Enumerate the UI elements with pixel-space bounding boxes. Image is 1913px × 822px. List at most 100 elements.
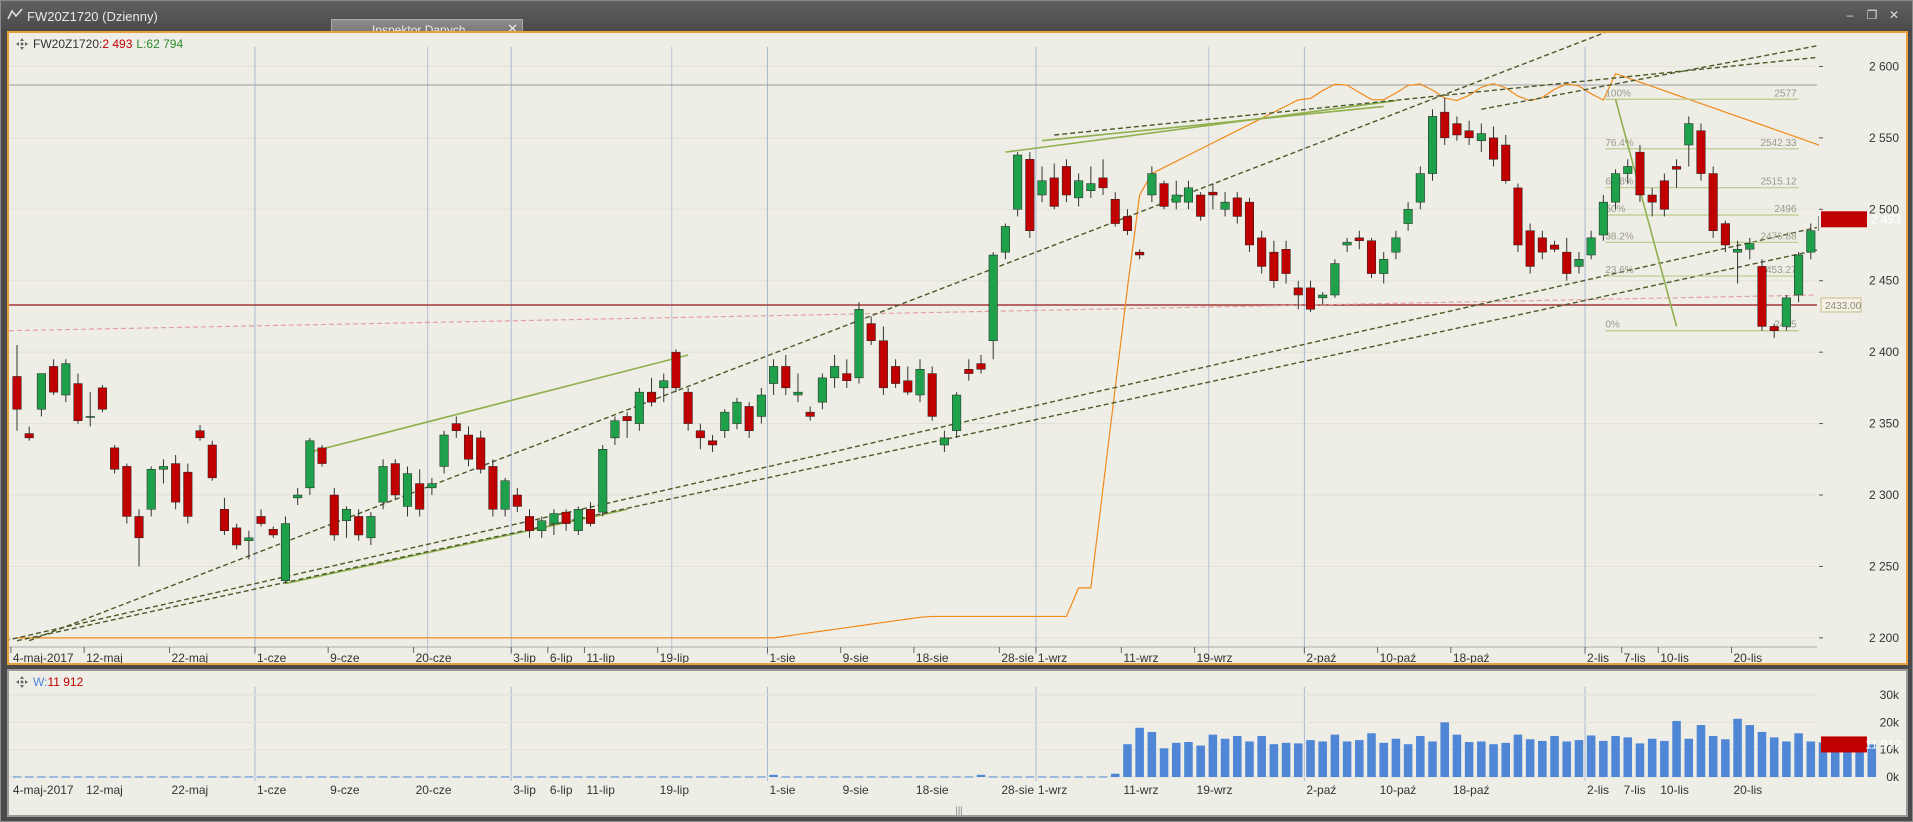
- volume-chart[interactable]: 0k10k20k30k11 9124-maj-2017 12-maj 22-maj 1…: [9, 671, 1906, 815]
- minimize-icon[interactable]: ‒: [1842, 7, 1858, 23]
- candle-body: [830, 366, 840, 379]
- candle-body: [1000, 226, 1010, 253]
- volume-bar: [1721, 739, 1730, 777]
- candle-body: [1269, 251, 1279, 281]
- candle-body: [1537, 237, 1547, 253]
- candle-body: [695, 430, 705, 439]
- restore-icon[interactable]: ❐: [1864, 7, 1880, 23]
- volume-bar: [1684, 738, 1694, 777]
- volume-bar: [281, 776, 290, 778]
- candle-body: [1415, 173, 1425, 203]
- candle-body: [390, 463, 400, 496]
- candle-body: [97, 387, 107, 410]
- volume-bar: [757, 776, 766, 778]
- volume-bar: [903, 776, 913, 778]
- candle-body: [1013, 154, 1023, 210]
- candle-body: [85, 416, 95, 418]
- candle-body: [1659, 180, 1669, 210]
- candle-body: [366, 516, 376, 539]
- volume-bar: [1342, 741, 1352, 777]
- volume-bar: [1196, 745, 1205, 777]
- volume-x-tick-label: 19-lip: [660, 783, 690, 797]
- volume-bar: [1574, 740, 1584, 777]
- volume-bar: [1733, 718, 1742, 777]
- candle-body: [1623, 166, 1633, 174]
- volume-bar: [244, 776, 254, 778]
- candle-body: [329, 494, 339, 536]
- volume-bar: [635, 776, 644, 778]
- candle-body: [207, 444, 217, 479]
- volume-bar: [964, 776, 974, 778]
- candle-body: [1781, 297, 1791, 327]
- y-tick-label: 2 250: [1869, 559, 1899, 573]
- candle-body: [1257, 237, 1267, 267]
- candle-body: [171, 463, 181, 503]
- volume-bar: [1757, 731, 1767, 777]
- volume-bar: [1391, 738, 1401, 777]
- volume-bar: [1074, 776, 1083, 778]
- volume-x-tick-label: 22-maj: [172, 783, 209, 797]
- volume-bar: [220, 776, 229, 778]
- y-tick-label: 2 300: [1869, 488, 1899, 502]
- volume-bar: [207, 776, 217, 778]
- volume-bar: [1001, 776, 1010, 778]
- price-chart[interactable]: 100%257776.4%2542.3361.8%2515.1250%24963…: [9, 33, 1906, 663]
- volume-bar: [561, 776, 571, 778]
- candle-body: [756, 394, 766, 417]
- candle-body: [952, 394, 962, 431]
- volume-bar: [622, 776, 632, 778]
- volume-bar: [1330, 734, 1340, 777]
- volume-bar: [647, 776, 656, 778]
- x-tick-label: 10-paź: [1380, 651, 1417, 663]
- volume-pane[interactable]: 0k 10k 20k 30k 11 912 4-maj-2017 12-maj 22-maj 1…: [7, 669, 1908, 817]
- x-tick-label: 11-wrz: [1123, 651, 1158, 663]
- volume-bar: [1379, 742, 1388, 777]
- x-tick-label: 18-paź: [1453, 651, 1490, 663]
- volume-bar: [134, 776, 144, 778]
- chart-logo-icon: [7, 8, 23, 20]
- volume-bar: [976, 774, 986, 777]
- candle-body: [1025, 159, 1035, 231]
- candle-body: [598, 449, 608, 513]
- volume-bar: [732, 776, 742, 778]
- volume-bar: [927, 776, 937, 778]
- volume-bar: [525, 776, 534, 778]
- move-icon[interactable]: [15, 675, 29, 689]
- volume-bar: [1477, 741, 1486, 777]
- volume-bar: [1660, 740, 1669, 777]
- candle-body: [341, 509, 351, 521]
- candle-body: [549, 513, 559, 524]
- candle-body: [1403, 209, 1413, 224]
- volume-bar: [1025, 776, 1035, 778]
- candle-body: [1696, 130, 1706, 174]
- volume-x-tick-label: 6-lip: [550, 783, 573, 797]
- close-icon[interactable]: ✕: [1886, 7, 1902, 23]
- x-tick-label: 9-sie: [843, 651, 869, 663]
- candle-body: [586, 509, 596, 524]
- volume-bar: [549, 776, 559, 778]
- candle-body: [1318, 294, 1328, 299]
- volume-bar: [805, 776, 815, 778]
- volume-x-tick-label: 18-sie: [916, 783, 949, 797]
- candle-body: [1489, 137, 1499, 160]
- volume-x-tick-label: 1-sie: [769, 783, 795, 797]
- candle-body: [1757, 266, 1767, 327]
- x-tick-label: 19-wrz: [1197, 651, 1233, 663]
- volume-x-tick-label: 9-cze: [330, 783, 360, 797]
- volume-bar: [232, 776, 241, 778]
- last-volume-tag: 11 912: [1821, 736, 1901, 753]
- volume-bar: [744, 776, 754, 778]
- candle-body: [1183, 187, 1193, 203]
- volume-bar: [391, 776, 400, 778]
- window-titlebar[interactable]: FW20Z1720 (Dzienny) ‒ ❐ ✕: [1, 1, 1912, 29]
- volume-bar: [1489, 744, 1498, 777]
- volume-bar: [1635, 743, 1645, 777]
- volume-bar: [366, 776, 376, 778]
- price-pane[interactable]: 100%257776.4%2542.3361.8%2515.1250%24963…: [7, 31, 1908, 665]
- volume-bar: [1110, 773, 1120, 777]
- volume-bar: [1037, 776, 1047, 778]
- volume-x-tick-label: 2-lis: [1587, 783, 1609, 797]
- candle-body: [1525, 230, 1535, 267]
- move-icon[interactable]: [15, 37, 29, 51]
- candle-body: [1110, 199, 1120, 224]
